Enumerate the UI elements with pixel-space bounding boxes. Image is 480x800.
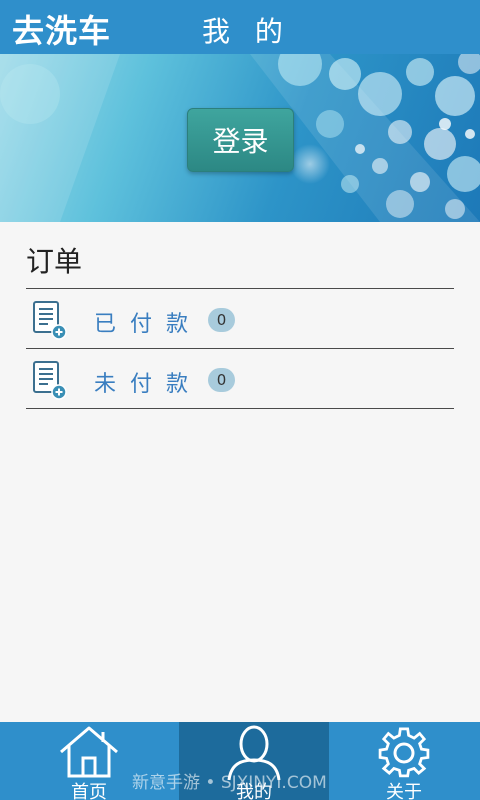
order-row-label: 已付款 <box>94 312 203 337</box>
count-badge: 0 <box>208 368 235 392</box>
count-badge: 0 <box>208 308 235 332</box>
nav-label: 关于 <box>386 782 422 800</box>
divider <box>26 408 454 409</box>
profile-banner: 登录 <box>0 54 480 222</box>
orders-section-title: 订单 <box>26 245 83 278</box>
login-button[interactable]: 登录 <box>187 108 294 172</box>
divider <box>26 288 454 289</box>
page-title: 我 的 <box>202 15 291 48</box>
top-bar: 去洗车 我 的 <box>0 0 480 54</box>
nav-tab-about[interactable]: 关于 <box>329 722 479 800</box>
order-row-unpaid[interactable]: 未付款 0 <box>26 350 454 408</box>
document-add-icon <box>33 361 67 400</box>
order-row-label: 未付款 <box>94 372 203 397</box>
watermark: 新意手游 • SJXINYI.COM <box>132 773 327 793</box>
document-add-icon <box>33 301 67 340</box>
divider <box>26 348 454 349</box>
app-brand-logo: 去洗车 <box>12 12 112 50</box>
order-row-paid[interactable]: 已付款 0 <box>26 290 454 348</box>
gear-icon <box>378 727 430 778</box>
app-screen: 去洗车 我 的 登录 订单 已付款 0 未付款 0 首页 我的 关于 新意手游 … <box>0 0 480 800</box>
home-icon <box>60 726 118 778</box>
